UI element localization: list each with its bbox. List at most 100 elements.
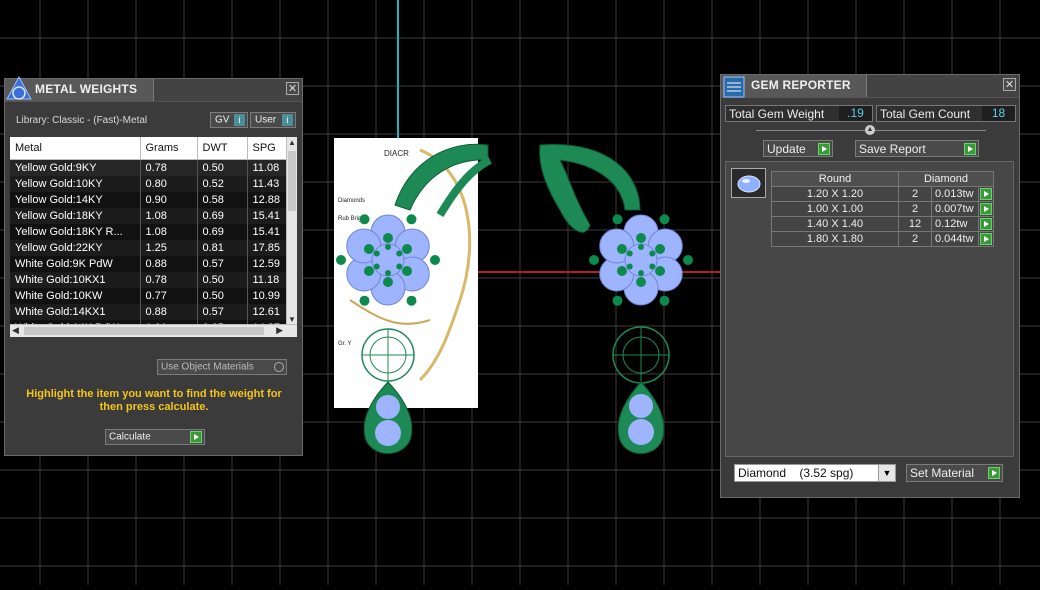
spg-cell: 15.41 bbox=[247, 224, 288, 240]
round-diamond-icon bbox=[737, 175, 761, 193]
dwt-cell: 0.57 bbox=[197, 304, 248, 320]
gem-table[interactable]: Round Diamond 1.20 X 1.20 2 0.013tw 1.00 X … bbox=[771, 171, 994, 247]
gem-count-cell: 2 bbox=[898, 201, 932, 217]
metal-name-cell: Yellow Gold:18KY R... bbox=[10, 224, 141, 240]
grams-cell: 0.88 bbox=[140, 304, 198, 320]
metal-table-row[interactable]: Yellow Gold:18KY 1.08 0.69 15.41 bbox=[10, 208, 288, 224]
gem-list-area: Round Diamond 1.20 X 1.20 2 0.013tw 1.00 X … bbox=[725, 161, 1014, 457]
gem-weight-cell: 0.007tw bbox=[931, 201, 979, 217]
grams-cell: 1.08 bbox=[140, 208, 198, 224]
scroll-thumb[interactable] bbox=[288, 151, 296, 211]
spg-cell: 11.18 bbox=[247, 272, 288, 288]
update-button[interactable]: Update bbox=[763, 140, 833, 157]
dwt-cell: 0.50 bbox=[197, 272, 248, 288]
column-header-metal[interactable]: Metal bbox=[10, 137, 141, 160]
metal-name-cell: Yellow Gold:22KY bbox=[10, 240, 141, 256]
collapse-icon[interactable]: ▲ bbox=[865, 125, 875, 135]
scroll-right-icon[interactable]: ▶ bbox=[276, 325, 283, 336]
calculate-play-icon bbox=[190, 431, 202, 443]
grams-cell: 1.08 bbox=[140, 224, 198, 240]
total-gem-weight-field: Total Gem Weight .19 bbox=[725, 105, 873, 122]
gem-size-cell: 1.00 X 1.00 bbox=[771, 201, 899, 217]
spg-cell: 11.43 bbox=[247, 176, 288, 192]
gem-reporter-logo-icon bbox=[723, 76, 745, 98]
gem-row-select-button[interactable] bbox=[978, 186, 994, 202]
spg-cell: 12.88 bbox=[247, 192, 288, 208]
metal-table-row[interactable]: Yellow Gold:10KY 0.80 0.52 11.43 bbox=[10, 176, 288, 192]
gem-count-cell: 12 bbox=[898, 216, 932, 232]
metal-table-row[interactable]: Yellow Gold:18KY R... 1.08 0.69 15.41 bbox=[10, 224, 288, 240]
spg-cell: 11.08 bbox=[247, 159, 288, 176]
column-header-grams[interactable]: Grams bbox=[140, 137, 198, 160]
user-label: User bbox=[255, 114, 277, 126]
sketch-label-title: DIACR bbox=[384, 149, 409, 158]
use-object-materials-toggle[interactable]: Use Object Materials bbox=[157, 359, 287, 375]
gem-row-select-button[interactable] bbox=[978, 201, 994, 217]
round-diamond-thumbnail[interactable] bbox=[731, 168, 766, 198]
set-material-play-icon bbox=[988, 467, 1000, 479]
grams-cell: 0.78 bbox=[140, 272, 198, 288]
grams-cell: 0.78 bbox=[140, 159, 198, 176]
column-header-spg[interactable]: SPG bbox=[247, 137, 288, 160]
metal-table-row[interactable]: White Gold:9K PdW 0.88 0.57 12.59 bbox=[10, 256, 288, 272]
gv-toggle-button[interactable]: GV i bbox=[210, 112, 248, 128]
metal-weights-panel: METAL WEIGHTS ✕ Library: Classic - (Fast… bbox=[4, 75, 303, 456]
user-info-icon: i bbox=[282, 114, 293, 126]
total-gem-count-label: Total Gem Count bbox=[880, 107, 971, 121]
spg-cell: 17.85 bbox=[247, 240, 288, 256]
sketch-label-3: Gr. Y bbox=[338, 341, 352, 347]
metal-weights-titlebar[interactable]: METAL WEIGHTS ✕ bbox=[5, 75, 302, 102]
metal-table[interactable]: Metal Grams DWT SPG Yellow Gold:9KY 0.78 0… bbox=[10, 137, 297, 337]
gem-row[interactable]: 1.00 X 1.00 2 0.007tw bbox=[771, 201, 994, 217]
shape-header: Round bbox=[771, 171, 899, 187]
material-select-value: Diamond (3.52 spg) bbox=[738, 466, 854, 480]
metal-table-row[interactable]: White Gold:14KX1 0.88 0.57 12.61 bbox=[10, 304, 288, 320]
gem-row-play-icon bbox=[980, 188, 992, 200]
total-gem-count-field: Total Gem Count 18 bbox=[876, 105, 1016, 122]
chevron-down-icon[interactable]: ▼ bbox=[878, 465, 895, 481]
gem-weight-cell: 0.12tw bbox=[931, 216, 979, 232]
gem-reporter-close-icon[interactable]: ✕ bbox=[1003, 78, 1016, 91]
gem-weight-cell: 0.044tw bbox=[931, 231, 979, 247]
dwt-cell: 0.52 bbox=[197, 176, 248, 192]
metal-weights-title: METAL WEIGHTS bbox=[35, 82, 138, 96]
column-header-dwt[interactable]: DWT bbox=[197, 137, 248, 160]
gv-label: GV bbox=[215, 114, 230, 126]
scroll-left-icon[interactable]: ◀ bbox=[12, 325, 19, 336]
scroll-up-icon[interactable]: ▲ bbox=[288, 138, 296, 147]
scroll-down-icon[interactable]: ▼ bbox=[288, 315, 296, 324]
dwt-cell: 0.50 bbox=[197, 159, 248, 176]
metal-table-row[interactable]: Yellow Gold:9KY 0.78 0.50 11.08 bbox=[10, 159, 288, 176]
vertical-scrollbar[interactable]: ▲ ▼ bbox=[286, 137, 297, 325]
save-report-button[interactable]: Save Report bbox=[855, 140, 979, 157]
metal-table-row[interactable]: White Gold:10KX1 0.78 0.50 11.18 bbox=[10, 272, 288, 288]
calculate-button[interactable]: Calculate bbox=[105, 429, 205, 445]
scroll-h-thumb[interactable] bbox=[24, 327, 264, 335]
metal-table-row[interactable]: White Gold:10KW 0.77 0.50 10.99 bbox=[10, 288, 288, 304]
material-select[interactable]: Diamond (3.52 spg) ▼ bbox=[734, 464, 896, 482]
metal-table-row[interactable]: Yellow Gold:22KY 1.25 0.81 17.85 bbox=[10, 240, 288, 256]
gem-row[interactable]: 1.80 X 1.80 2 0.044tw bbox=[771, 231, 994, 247]
grams-cell: 1.25 bbox=[140, 240, 198, 256]
dwt-cell: 0.69 bbox=[197, 208, 248, 224]
dwt-cell: 0.81 bbox=[197, 240, 248, 256]
user-toggle-button[interactable]: User i bbox=[250, 112, 296, 128]
gem-row-play-icon bbox=[980, 233, 992, 245]
gem-count-cell: 2 bbox=[898, 186, 932, 202]
metal-table-row[interactable]: Yellow Gold:14KY 0.90 0.58 12.88 bbox=[10, 192, 288, 208]
gem-reporter-titlebar[interactable]: GEM REPORTER ✕ bbox=[721, 75, 1019, 98]
grams-cell: 0.80 bbox=[140, 176, 198, 192]
metal-name-cell: White Gold:10KX1 bbox=[10, 272, 141, 288]
horizontal-scrollbar[interactable]: ◀ ▶ bbox=[10, 324, 297, 337]
total-gem-count-value: 18 bbox=[982, 106, 1015, 121]
dwt-cell: 0.58 bbox=[197, 192, 248, 208]
gem-row-select-button[interactable] bbox=[978, 231, 994, 247]
gem-row[interactable]: 1.40 X 1.40 12 0.12tw bbox=[771, 216, 994, 232]
gem-row[interactable]: 1.20 X 1.20 2 0.013tw bbox=[771, 186, 994, 202]
metal-weights-close-icon[interactable]: ✕ bbox=[286, 82, 299, 95]
gem-weight-cell: 0.013tw bbox=[931, 186, 979, 202]
total-gem-weight-value: .19 bbox=[839, 106, 872, 121]
gem-row-select-button[interactable] bbox=[978, 216, 994, 232]
set-material-button[interactable]: Set Material bbox=[906, 464, 1003, 482]
metal-name-cell: Yellow Gold:9KY bbox=[10, 159, 141, 176]
